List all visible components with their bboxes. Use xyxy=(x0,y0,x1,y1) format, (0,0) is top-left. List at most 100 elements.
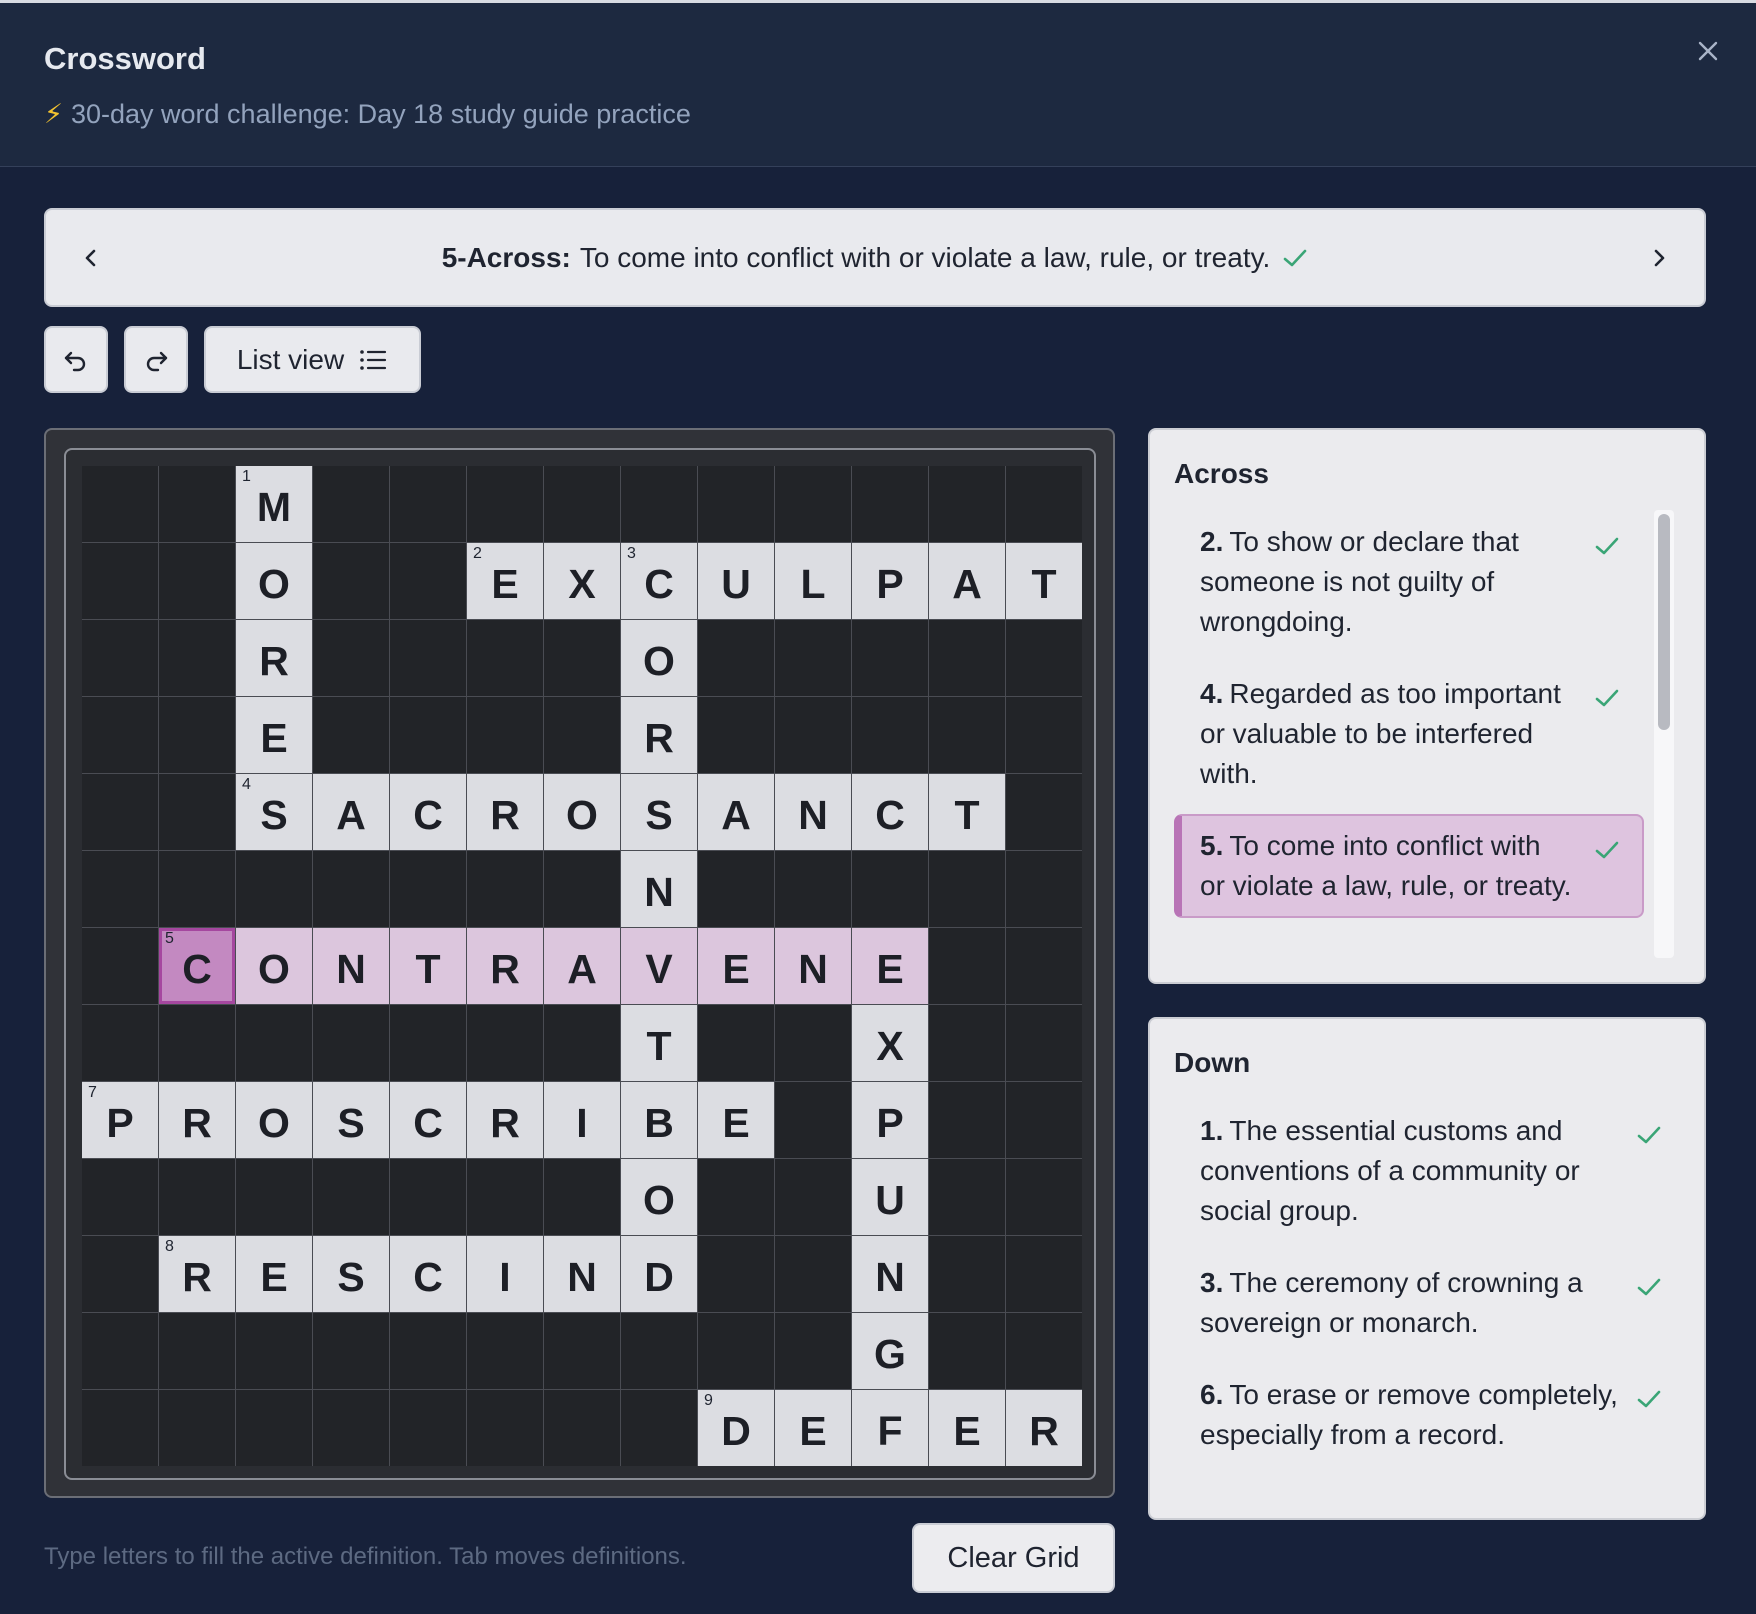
letter-cell[interactable]: 2E xyxy=(467,543,543,619)
letter-cell[interactable]: T xyxy=(621,1005,697,1081)
letter-cell[interactable]: 9D xyxy=(698,1390,774,1466)
letter-cell[interactable]: X xyxy=(852,1005,928,1081)
letter-cell[interactable]: T xyxy=(929,774,1005,850)
letter-cell[interactable]: S xyxy=(313,1236,389,1312)
cell-letter: A xyxy=(721,791,751,838)
across-clue-item[interactable]: 4. Regarded as too important or valuable … xyxy=(1174,662,1644,806)
block-cell xyxy=(852,697,928,773)
block-cell xyxy=(82,697,158,773)
letter-cell[interactable]: N xyxy=(775,928,851,1004)
across-clue-item[interactable]: 5. To come into conflict with or violate … xyxy=(1174,814,1644,918)
down-clue-item[interactable]: 1. The essential customs and conventions … xyxy=(1174,1099,1674,1243)
letter-cell[interactable]: E xyxy=(852,928,928,1004)
letter-cell[interactable]: E xyxy=(775,1390,851,1466)
letter-cell[interactable]: 1M xyxy=(236,466,312,542)
letter-cell[interactable]: U xyxy=(852,1159,928,1235)
letter-cell[interactable]: C xyxy=(390,1082,466,1158)
chevron-right-icon xyxy=(1654,249,1665,266)
clue-item-number: 4. xyxy=(1200,678,1224,709)
letter-cell[interactable]: C xyxy=(390,1236,466,1312)
across-scrollbar-thumb[interactable] xyxy=(1658,514,1670,730)
letter-cell[interactable]: D xyxy=(621,1236,697,1312)
letter-cell[interactable]: N xyxy=(313,928,389,1004)
letter-cell[interactable]: E xyxy=(698,928,774,1004)
letter-cell[interactable]: O xyxy=(236,1082,312,1158)
letter-cell[interactable]: T xyxy=(1006,543,1082,619)
letter-cell[interactable]: 3C xyxy=(621,543,697,619)
letter-cell[interactable]: 5C xyxy=(159,928,235,1004)
letter-cell[interactable]: S xyxy=(313,1082,389,1158)
block-cell xyxy=(159,543,235,619)
letter-cell[interactable]: R xyxy=(467,1082,543,1158)
block-cell xyxy=(775,466,851,542)
letter-cell[interactable]: B xyxy=(621,1082,697,1158)
letter-cell[interactable]: C xyxy=(390,774,466,850)
letter-cell[interactable]: O xyxy=(236,928,312,1004)
across-scrollbar[interactable] xyxy=(1654,510,1674,958)
redo-button[interactable] xyxy=(124,326,188,393)
previous-clue-button[interactable] xyxy=(46,210,136,305)
letter-cell[interactable]: 7P xyxy=(82,1082,158,1158)
letter-cell[interactable]: L xyxy=(775,543,851,619)
letter-cell[interactable]: E xyxy=(236,697,312,773)
clear-grid-button[interactable]: Clear Grid xyxy=(912,1523,1115,1593)
letter-cell[interactable]: C xyxy=(852,774,928,850)
letter-cell[interactable]: N xyxy=(544,1236,620,1312)
block-cell xyxy=(1006,1005,1082,1081)
letter-cell[interactable]: I xyxy=(467,1236,543,1312)
letter-cell[interactable]: U xyxy=(698,543,774,619)
letter-cell[interactable]: N xyxy=(852,1236,928,1312)
block-cell xyxy=(929,1159,1005,1235)
letter-cell[interactable]: F xyxy=(852,1390,928,1466)
letter-cell[interactable]: E xyxy=(698,1082,774,1158)
letter-cell[interactable]: A xyxy=(698,774,774,850)
letter-cell[interactable]: P xyxy=(852,1082,928,1158)
cell-letter: T xyxy=(1031,560,1057,607)
letter-cell[interactable]: O xyxy=(544,774,620,850)
letter-cell[interactable]: R xyxy=(159,1082,235,1158)
letter-cell[interactable]: E xyxy=(236,1236,312,1312)
undo-button[interactable] xyxy=(44,326,108,393)
letter-cell[interactable]: A xyxy=(544,928,620,1004)
letter-cell[interactable]: R xyxy=(621,697,697,773)
letter-cell[interactable]: V xyxy=(621,928,697,1004)
letter-cell[interactable]: R xyxy=(467,928,543,1004)
list-view-button[interactable]: List view xyxy=(204,326,421,393)
letter-cell[interactable]: I xyxy=(544,1082,620,1158)
letter-cell[interactable]: R xyxy=(467,774,543,850)
letter-cell[interactable]: A xyxy=(313,774,389,850)
letter-cell[interactable]: T xyxy=(390,928,466,1004)
letter-cell[interactable]: 8R xyxy=(159,1236,235,1312)
next-clue-button[interactable] xyxy=(1614,210,1704,305)
across-clue-item[interactable]: 2. To show or declare that someone is not… xyxy=(1174,510,1644,654)
down-clue-item[interactable]: 6. To erase or remove completely, especia… xyxy=(1174,1363,1674,1467)
cell-letter: C xyxy=(644,560,674,607)
check-icon xyxy=(1636,1381,1662,1421)
block-cell xyxy=(82,774,158,850)
letter-cell[interactable]: E xyxy=(929,1390,1005,1466)
block-cell xyxy=(621,1313,697,1389)
crossword-grid-frame: 1MO2EX3CULPATROER4SACROSANCTN5CONTRAVENE… xyxy=(64,448,1096,1480)
letter-cell[interactable]: P xyxy=(852,543,928,619)
dialog-header: Crossword ⚡ 30-day word challenge: Day 18… xyxy=(0,3,1756,167)
letter-cell[interactable]: O xyxy=(621,1159,697,1235)
letter-cell[interactable]: O xyxy=(236,543,312,619)
letter-cell[interactable]: O xyxy=(621,620,697,696)
cell-letter: E xyxy=(799,1407,827,1454)
letter-cell[interactable]: 4S xyxy=(236,774,312,850)
letter-cell[interactable]: S xyxy=(621,774,697,850)
cell-letter: E xyxy=(876,945,904,992)
letter-cell[interactable]: G xyxy=(852,1313,928,1389)
letter-cell[interactable]: N xyxy=(621,851,697,927)
down-clue-item[interactable]: 3. The ceremony of crowning a sovereign o… xyxy=(1174,1251,1674,1355)
letter-cell[interactable]: A xyxy=(929,543,1005,619)
letter-cell[interactable]: X xyxy=(544,543,620,619)
cell-letter: R xyxy=(490,791,520,838)
clue-item-number: 2. xyxy=(1200,526,1224,557)
letter-cell[interactable]: R xyxy=(236,620,312,696)
letter-cell[interactable]: N xyxy=(775,774,851,850)
block-cell xyxy=(313,1313,389,1389)
close-button[interactable] xyxy=(1688,31,1728,71)
letter-cell[interactable]: R xyxy=(1006,1390,1082,1466)
across-clues-panel: Across 2. To show or declare that someone… xyxy=(1148,428,1706,984)
